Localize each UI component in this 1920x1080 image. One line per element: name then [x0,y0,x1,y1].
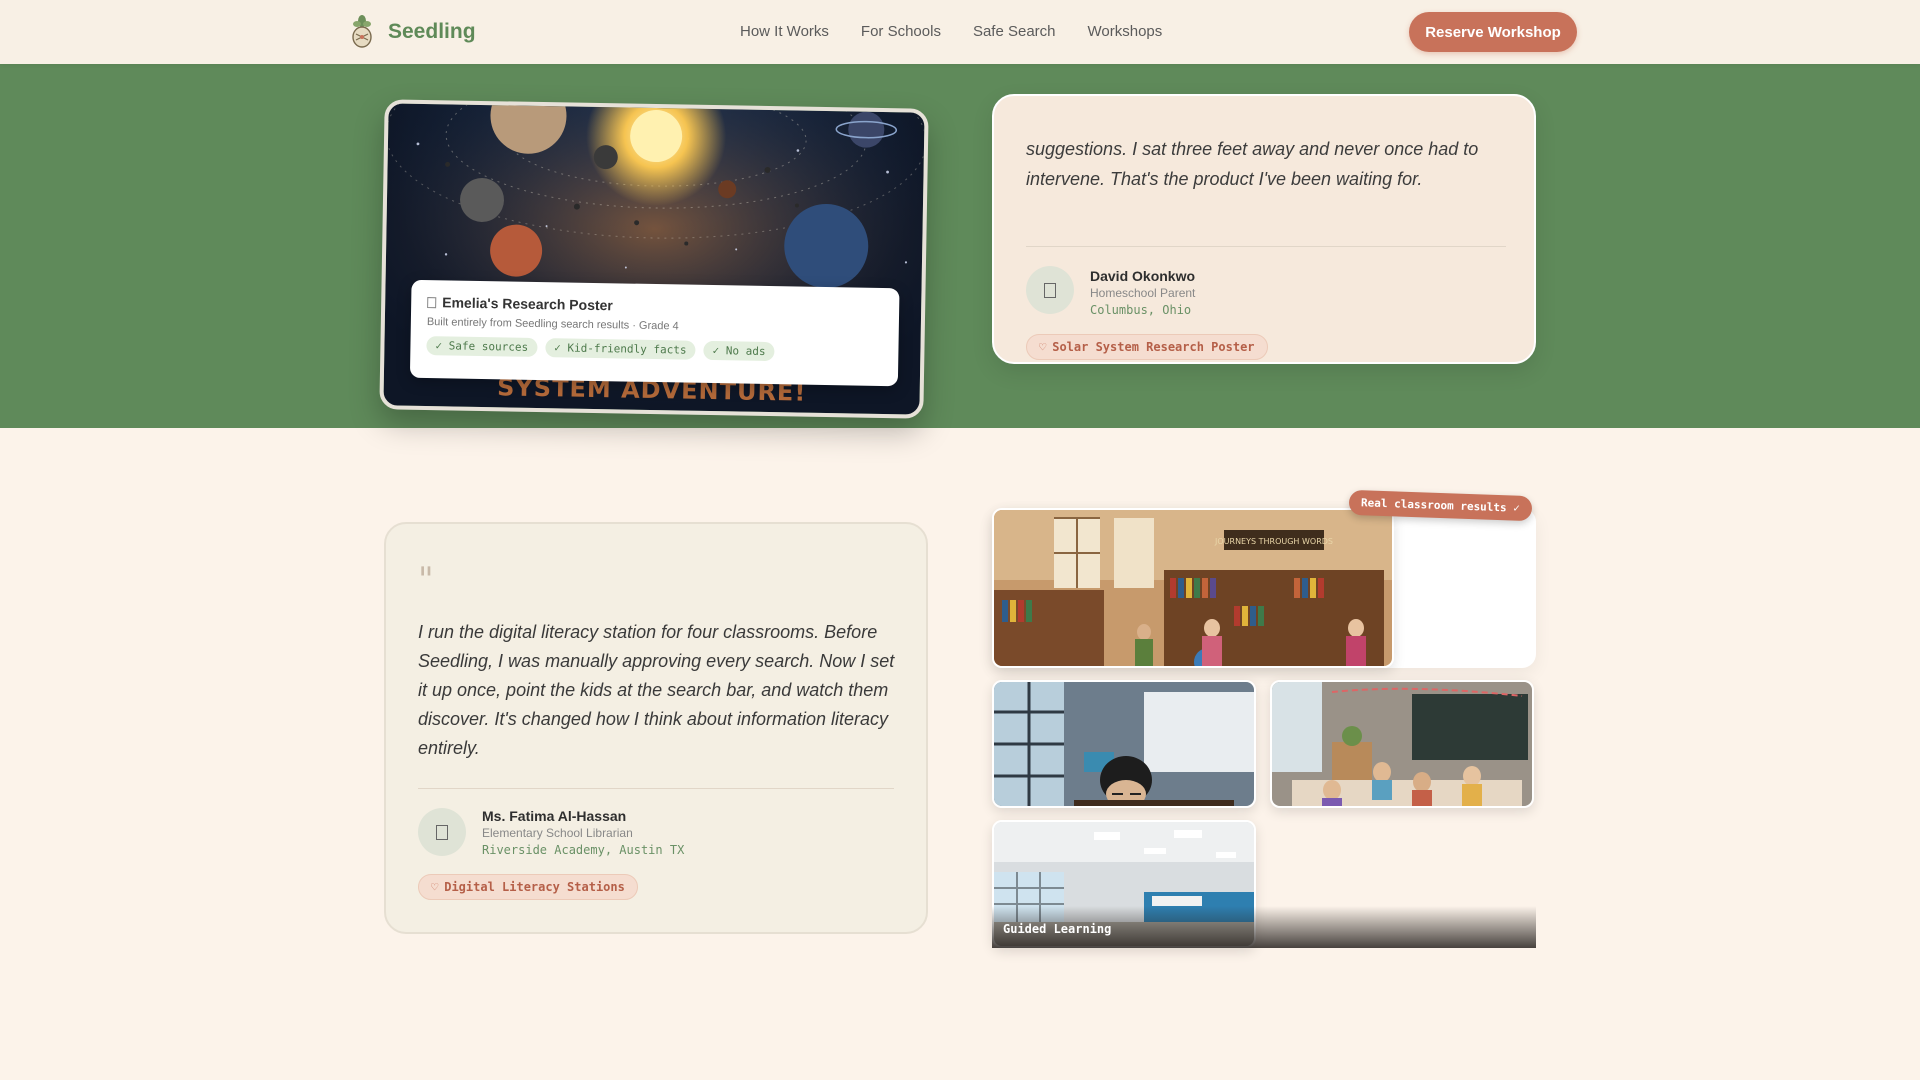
avatar-placeholder-icon [436,824,448,840]
poster-card-title: Emelia's Research Poster [427,294,883,318]
photo-library[interactable]: JOURNEYS THROUGH WORDS [992,508,1394,668]
avatar-placeholder-icon [1044,282,1056,298]
avatar [1026,266,1074,314]
author-name: David Okonkwo [1090,268,1196,284]
testimonial-quote: I run the digital literacy station for f… [418,622,895,758]
document-icon [427,296,437,308]
testimonial-divider [1026,246,1506,247]
photo-classroom-table[interactable] [1270,680,1534,808]
brand-logo[interactable]: Seedling [348,14,476,50]
testimonial-card-parent: suggestions. I sat three feet away and n… [992,94,1536,364]
author-location: Riverside Academy, Austin TX [482,843,685,857]
nav-links: How It Works For Schools Safe Search Wor… [740,23,1162,40]
author-role: Elementary School Librarian [482,826,633,840]
library-classroom-illustration: JOURNEYS THROUGH WORDS [994,510,1392,666]
student-reading-illustration [994,682,1254,806]
photo-student-reading[interactable] [992,680,1256,808]
heart-icon: ♡ [431,880,439,894]
testimonial-card-librarian: " I run the digital literacy station for… [384,522,928,934]
heart-icon: ♡ [1039,340,1047,354]
project-pill-label: Solar System Research Poster [1052,340,1255,354]
author-location: Columbus, Ohio [1090,303,1192,317]
author-role: Homeschool Parent [1090,286,1196,300]
nav-link-workshops[interactable]: Workshops [1088,23,1163,40]
classroom-table-illustration [1272,682,1532,806]
research-poster-image: SYSTEM ADVENTURE! Emelia's Research Post… [379,99,929,419]
tag-kid-friendly-facts: ✓ Kid-friendly facts [544,338,696,360]
nav-link-for-schools[interactable]: For Schools [861,23,941,40]
testimonial-divider [418,788,894,789]
top-navigation: Seedling How It Works For Schools Safe S… [0,0,1920,64]
tag-safe-sources: ✓ Safe sources [426,336,538,357]
svg-text:JOURNEYS THROUGH WORDS: JOURNEYS THROUGH WORDS [1214,537,1333,546]
avatar [418,808,466,856]
seedling-logo-icon [352,15,372,48]
nav-link-how-it-works[interactable]: How It Works [740,23,829,40]
testimonial-band: SYSTEM ADVENTURE! Emelia's Research Post… [0,64,1920,428]
testimonial-quote: suggestions. I sat three feet away and n… [1026,139,1479,189]
poster-card-tags: ✓ Safe sources ✓ Kid-friendly facts ✓ No… [426,336,882,363]
quote-mark-icon: " [418,560,434,600]
project-pill: ♡ Digital Literacy Stations [418,874,638,900]
nav-link-safe-search[interactable]: Safe Search [973,23,1056,40]
reserve-workshop-button[interactable]: Reserve Workshop [1409,12,1577,52]
poster-card-subtitle: Built entirely from Seedling search resu… [426,316,679,333]
project-pill: ♡ Solar System Research Poster [1026,334,1268,360]
brand-name: Seedling [388,20,476,43]
gallery-caption: Guided Learning [1003,922,1112,936]
project-pill-label: Digital Literacy Stations [444,880,625,894]
tag-no-ads: ✓ No ads [703,340,775,362]
poster-info-card: Emelia's Research Poster Built entirely … [409,279,900,387]
author-name: Ms. Fatima Al-Hassan [482,808,627,824]
poster-card-title-text: Emelia's Research Poster [442,294,613,314]
